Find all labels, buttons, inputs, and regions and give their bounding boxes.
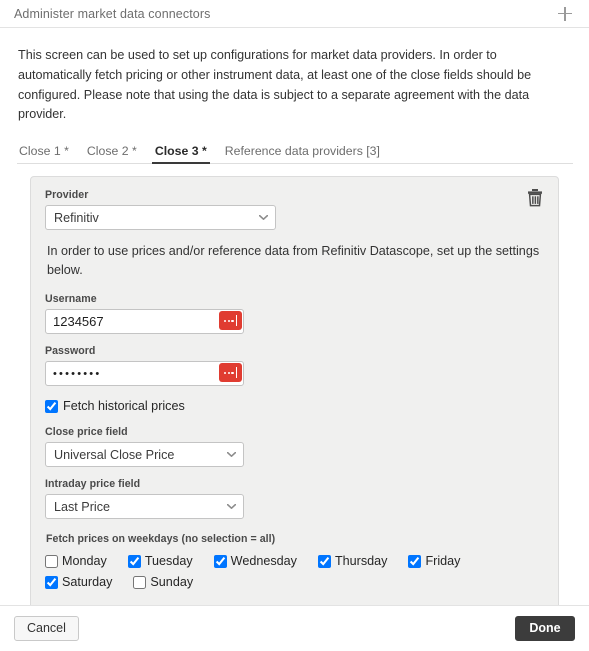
tab-close-2[interactable]: Close 2 * <box>78 144 146 163</box>
username-input[interactable] <box>45 309 244 335</box>
weekdays-label: Fetch prices on weekdays (no selection =… <box>46 533 276 546</box>
window-title: Administer market data connectors <box>14 6 211 21</box>
weekday-wednesday-label: Wednesday <box>230 554 297 569</box>
weekday-sunday-checkbox[interactable] <box>133 575 147 589</box>
ellipsis-icon <box>223 371 234 374</box>
weekday-thursday-label: Thursday <box>334 554 388 569</box>
caret-bar-icon <box>235 367 238 379</box>
weekday-wednesday[interactable]: Wednesday <box>213 554 297 569</box>
delete-connector-icon[interactable] <box>526 188 544 208</box>
weekday-sunday-label: Sunday <box>150 575 194 590</box>
username-field: Username <box>45 293 544 335</box>
username-input-wrap <box>45 309 244 335</box>
close-price-select[interactable]: Universal Close Price <box>45 442 244 468</box>
close-price-select-value[interactable]: Universal Close Price <box>45 442 244 468</box>
provider-field: Provider Refinitiv <box>45 189 276 231</box>
weekday-friday[interactable]: Friday <box>408 554 460 568</box>
weekdays-group: Monday Tuesday Wednesday Thursday Friday <box>45 554 544 596</box>
intraday-price-select-value[interactable]: Last Price <box>45 494 244 520</box>
username-label: Username <box>45 293 97 306</box>
weekday-wednesday-checkbox[interactable] <box>213 554 227 568</box>
weekday-saturday-label: Saturday <box>62 575 113 590</box>
password-label: Password <box>45 345 96 358</box>
weekday-friday-label: Friday <box>425 554 461 569</box>
provider-panel-header: Provider Refinitiv <box>45 188 544 231</box>
window-content: This screen can be used to set up config… <box>0 28 589 605</box>
fetch-historical-prices-checkbox[interactable] <box>45 399 58 413</box>
weekday-tuesday-label: Tuesday <box>144 554 193 569</box>
password-input[interactable] <box>45 361 244 387</box>
intraday-price-label: Intraday price field <box>45 478 141 491</box>
tab-close-1[interactable]: Close 1 * <box>17 144 78 163</box>
intraday-price-select[interactable]: Last Price <box>45 494 244 520</box>
weekday-tuesday-checkbox[interactable] <box>127 554 141 568</box>
tab-bar: Close 1 * Close 2 * Close 3 * Reference … <box>17 139 573 165</box>
ellipsis-icon <box>223 319 234 322</box>
provider-note: In order to use prices and/or reference … <box>47 244 540 278</box>
provider-panel: Provider Refinitiv In order to use price… <box>30 176 559 605</box>
tab-close-3[interactable]: Close 3 * <box>146 144 216 165</box>
fetch-historical-prices-row[interactable]: Fetch historical prices <box>45 399 544 413</box>
dialog-footer: Cancel Done <box>0 605 589 651</box>
weekday-monday-checkbox[interactable] <box>45 554 58 568</box>
weekday-tuesday[interactable]: Tuesday <box>127 554 193 569</box>
market-data-connectors-window: Administer market data connectors This s… <box>0 0 589 651</box>
provider-label: Provider <box>45 189 89 202</box>
close-price-field: Close price field Universal Close Price <box>45 426 544 468</box>
close-price-label: Close price field <box>45 426 128 439</box>
weekday-saturday-checkbox[interactable] <box>45 575 58 589</box>
window-titlebar: Administer market data connectors <box>0 0 589 28</box>
provider-select-value[interactable]: Refinitiv <box>45 205 276 231</box>
username-reveal-button[interactable] <box>219 311 242 331</box>
intraday-price-field: Intraday price field Last Price <box>45 478 544 520</box>
intro-text: This screen can be used to set up config… <box>18 48 532 122</box>
password-input-wrap <box>45 361 244 387</box>
weekday-monday-label: Monday <box>62 554 107 569</box>
done-button[interactable]: Done <box>515 616 575 641</box>
weekday-friday-checkbox[interactable] <box>408 554 422 568</box>
password-field: Password <box>45 345 544 387</box>
weekday-thursday[interactable]: Thursday <box>317 554 388 569</box>
weekday-sunday[interactable]: Sunday <box>133 575 193 589</box>
tab-reference-data-providers[interactable]: Reference data providers [3] <box>216 144 389 163</box>
weekday-monday[interactable]: Monday <box>45 554 107 568</box>
cancel-button[interactable]: Cancel <box>14 616 79 641</box>
password-reveal-button[interactable] <box>219 363 242 383</box>
add-connector-icon[interactable] <box>555 4 575 24</box>
fetch-historical-prices-label: Fetch historical prices <box>63 399 185 414</box>
weekday-thursday-checkbox[interactable] <box>317 554 331 568</box>
weekday-saturday[interactable]: Saturday <box>45 575 112 589</box>
provider-select[interactable]: Refinitiv <box>45 205 276 231</box>
caret-bar-icon <box>235 315 238 327</box>
